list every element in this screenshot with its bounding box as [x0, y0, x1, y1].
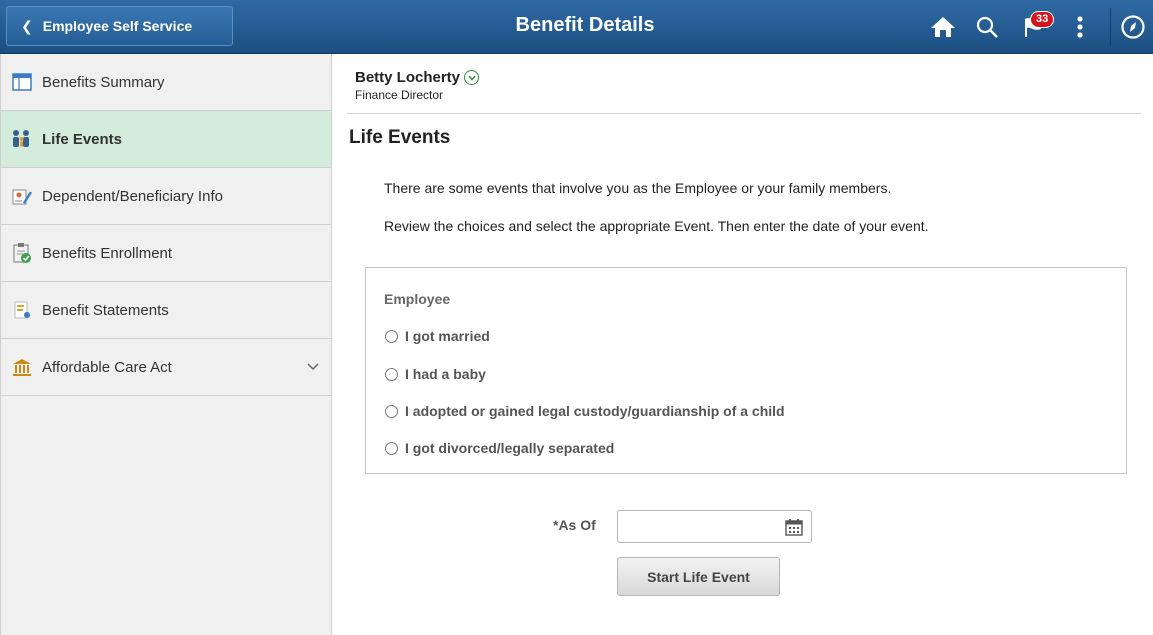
as-of-date-field[interactable] — [617, 510, 812, 543]
instruction-text: Review the choices and select the approp… — [384, 218, 929, 234]
option-label: I got married — [405, 328, 490, 344]
chevron-left-icon: ❮ — [21, 17, 33, 34]
sidebar-nav: Benefits Summary Life Events Dependent/B… — [0, 54, 332, 635]
intro-text: There are some events that involve you a… — [384, 180, 892, 196]
person-details-dropdown-icon[interactable] — [464, 70, 480, 85]
top-banner: ❮ Employee Self Service Benefit Details … — [0, 0, 1153, 54]
person-name: Betty Locherty — [355, 69, 461, 86]
home-icon[interactable] — [926, 10, 960, 44]
sidebar-item-label: Benefit Statements — [42, 301, 169, 319]
sidebar-item-benefits-enrollment[interactable]: Benefits Enrollment — [1, 225, 331, 282]
navbar-compass-icon[interactable] — [1116, 10, 1150, 44]
radio-button[interactable] — [385, 367, 398, 381]
option-divorced[interactable]: I got divorced/legally separated — [385, 440, 614, 456]
employee-events-group: Employee I got married I had a baby I ad… — [365, 267, 1127, 474]
sidebar-item-label: Benefits Summary — [42, 73, 165, 91]
notifications-flag-icon[interactable]: 33 — [1016, 10, 1055, 44]
section-title: Life Events — [349, 127, 451, 148]
sidebar-item-benefit-statements[interactable]: Benefit Statements — [1, 282, 331, 339]
benefit-statements-icon — [11, 299, 33, 321]
affordable-care-act-icon — [11, 356, 33, 378]
sidebar-item-label: Affordable Care Act — [42, 358, 172, 376]
option-got-married[interactable]: I got married — [385, 328, 490, 344]
sidebar-item-label: Benefits Enrollment — [42, 244, 173, 262]
back-button[interactable]: ❮ Employee Self Service — [6, 6, 233, 46]
search-icon[interactable] — [970, 10, 1004, 44]
benefits-summary-icon — [11, 71, 33, 93]
sidebar-item-life-events[interactable]: Life Events — [1, 111, 331, 168]
header-separator — [1110, 8, 1111, 46]
life-events-icon — [11, 128, 33, 150]
page-title: Benefit Details — [515, 14, 655, 36]
radio-button[interactable] — [385, 404, 398, 418]
person-title: Finance Director — [355, 88, 444, 102]
back-button-label: Employee Self Service — [42, 18, 193, 34]
sidebar-item-affordable-care-act[interactable]: Affordable Care Act — [1, 339, 331, 396]
option-adopted-child[interactable]: I adopted or gained legal custody/guardi… — [385, 403, 785, 419]
option-label: I adopted or gained legal custody/guardi… — [405, 403, 785, 419]
start-life-event-button[interactable]: Start Life Event — [617, 557, 780, 596]
sidebar-item-benefits-summary[interactable]: Benefits Summary — [1, 54, 331, 111]
divider — [347, 113, 1141, 114]
benefits-enrollment-icon — [11, 242, 33, 264]
notification-count-badge: 33 — [1030, 11, 1055, 28]
option-label: I had a baby — [405, 366, 486, 382]
option-had-baby[interactable]: I had a baby — [385, 366, 486, 382]
sidebar-item-dependent-beneficiary-info[interactable]: Dependent/Beneficiary Info — [1, 168, 331, 225]
main-content: Betty Locherty Finance Director Life Eve… — [332, 54, 1153, 635]
person-name-row: Betty Locherty — [355, 69, 480, 86]
calendar-icon[interactable] — [785, 518, 803, 536]
chevron-down-icon[interactable] — [307, 359, 319, 374]
actions-menu-icon[interactable] — [1063, 10, 1097, 44]
option-label: I got divorced/legally separated — [405, 440, 615, 456]
person-header: Betty Locherty Finance Director — [355, 69, 480, 102]
radio-button[interactable] — [385, 441, 398, 455]
sidebar-item-label: Dependent/Beneficiary Info — [42, 187, 223, 205]
sidebar-item-label: Life Events — [42, 130, 123, 148]
group-label: Employee — [384, 291, 451, 307]
dependent-info-icon — [11, 185, 33, 207]
radio-button[interactable] — [385, 329, 398, 343]
as-of-label: *As Of — [553, 517, 596, 533]
